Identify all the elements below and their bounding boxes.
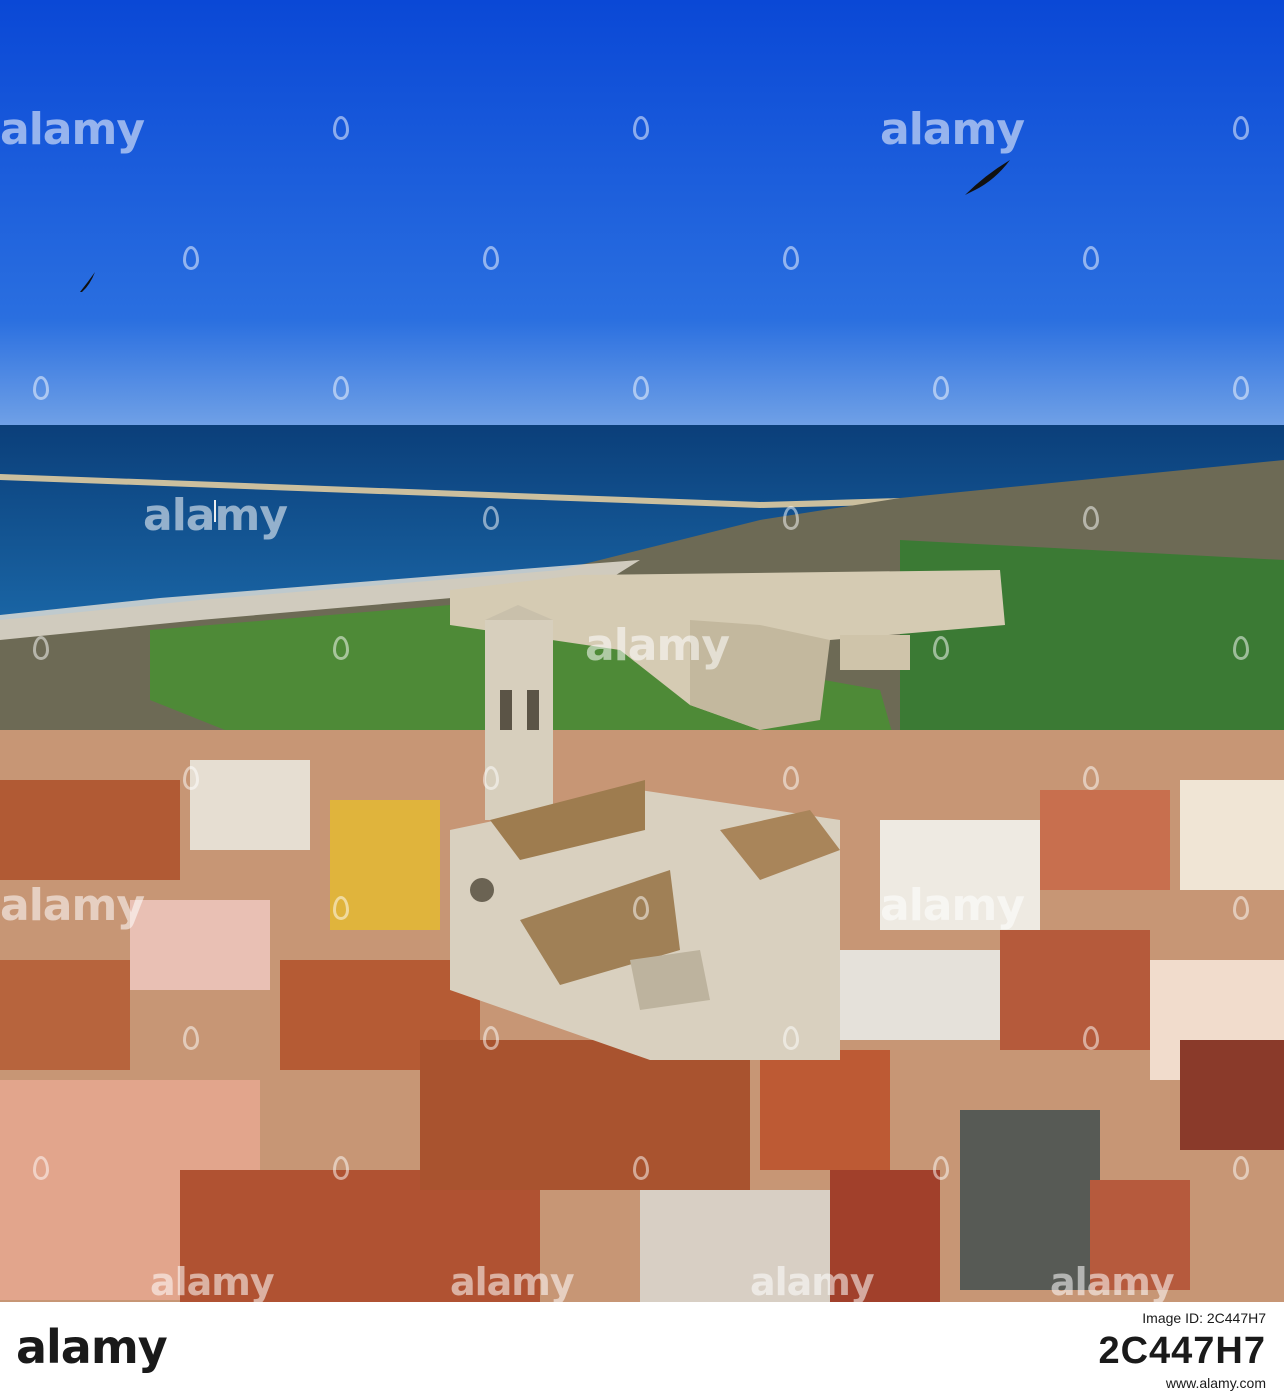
- image-id-label: Image ID: 2C447H7: [1142, 1310, 1266, 1326]
- image-id: 2C447H7: [1098, 1330, 1266, 1372]
- image-info: Image ID: 2C447H7 2C447H7 www.alamy.com: [1026, 1310, 1266, 1391]
- alamy-logo[interactable]: alamy: [16, 1320, 168, 1374]
- sky: [0, 0, 1284, 425]
- site-url[interactable]: www.alamy.com: [1026, 1375, 1266, 1391]
- stock-footer-bar: alamy Image ID: 2C447H7 2C447H7 www.alam…: [0, 1302, 1284, 1391]
- stock-photo: alamy alamy alamy alamy alamy alamy alam…: [0, 0, 1284, 1302]
- aerial-photo: [0, 0, 1284, 1302]
- sailboat: [214, 500, 216, 522]
